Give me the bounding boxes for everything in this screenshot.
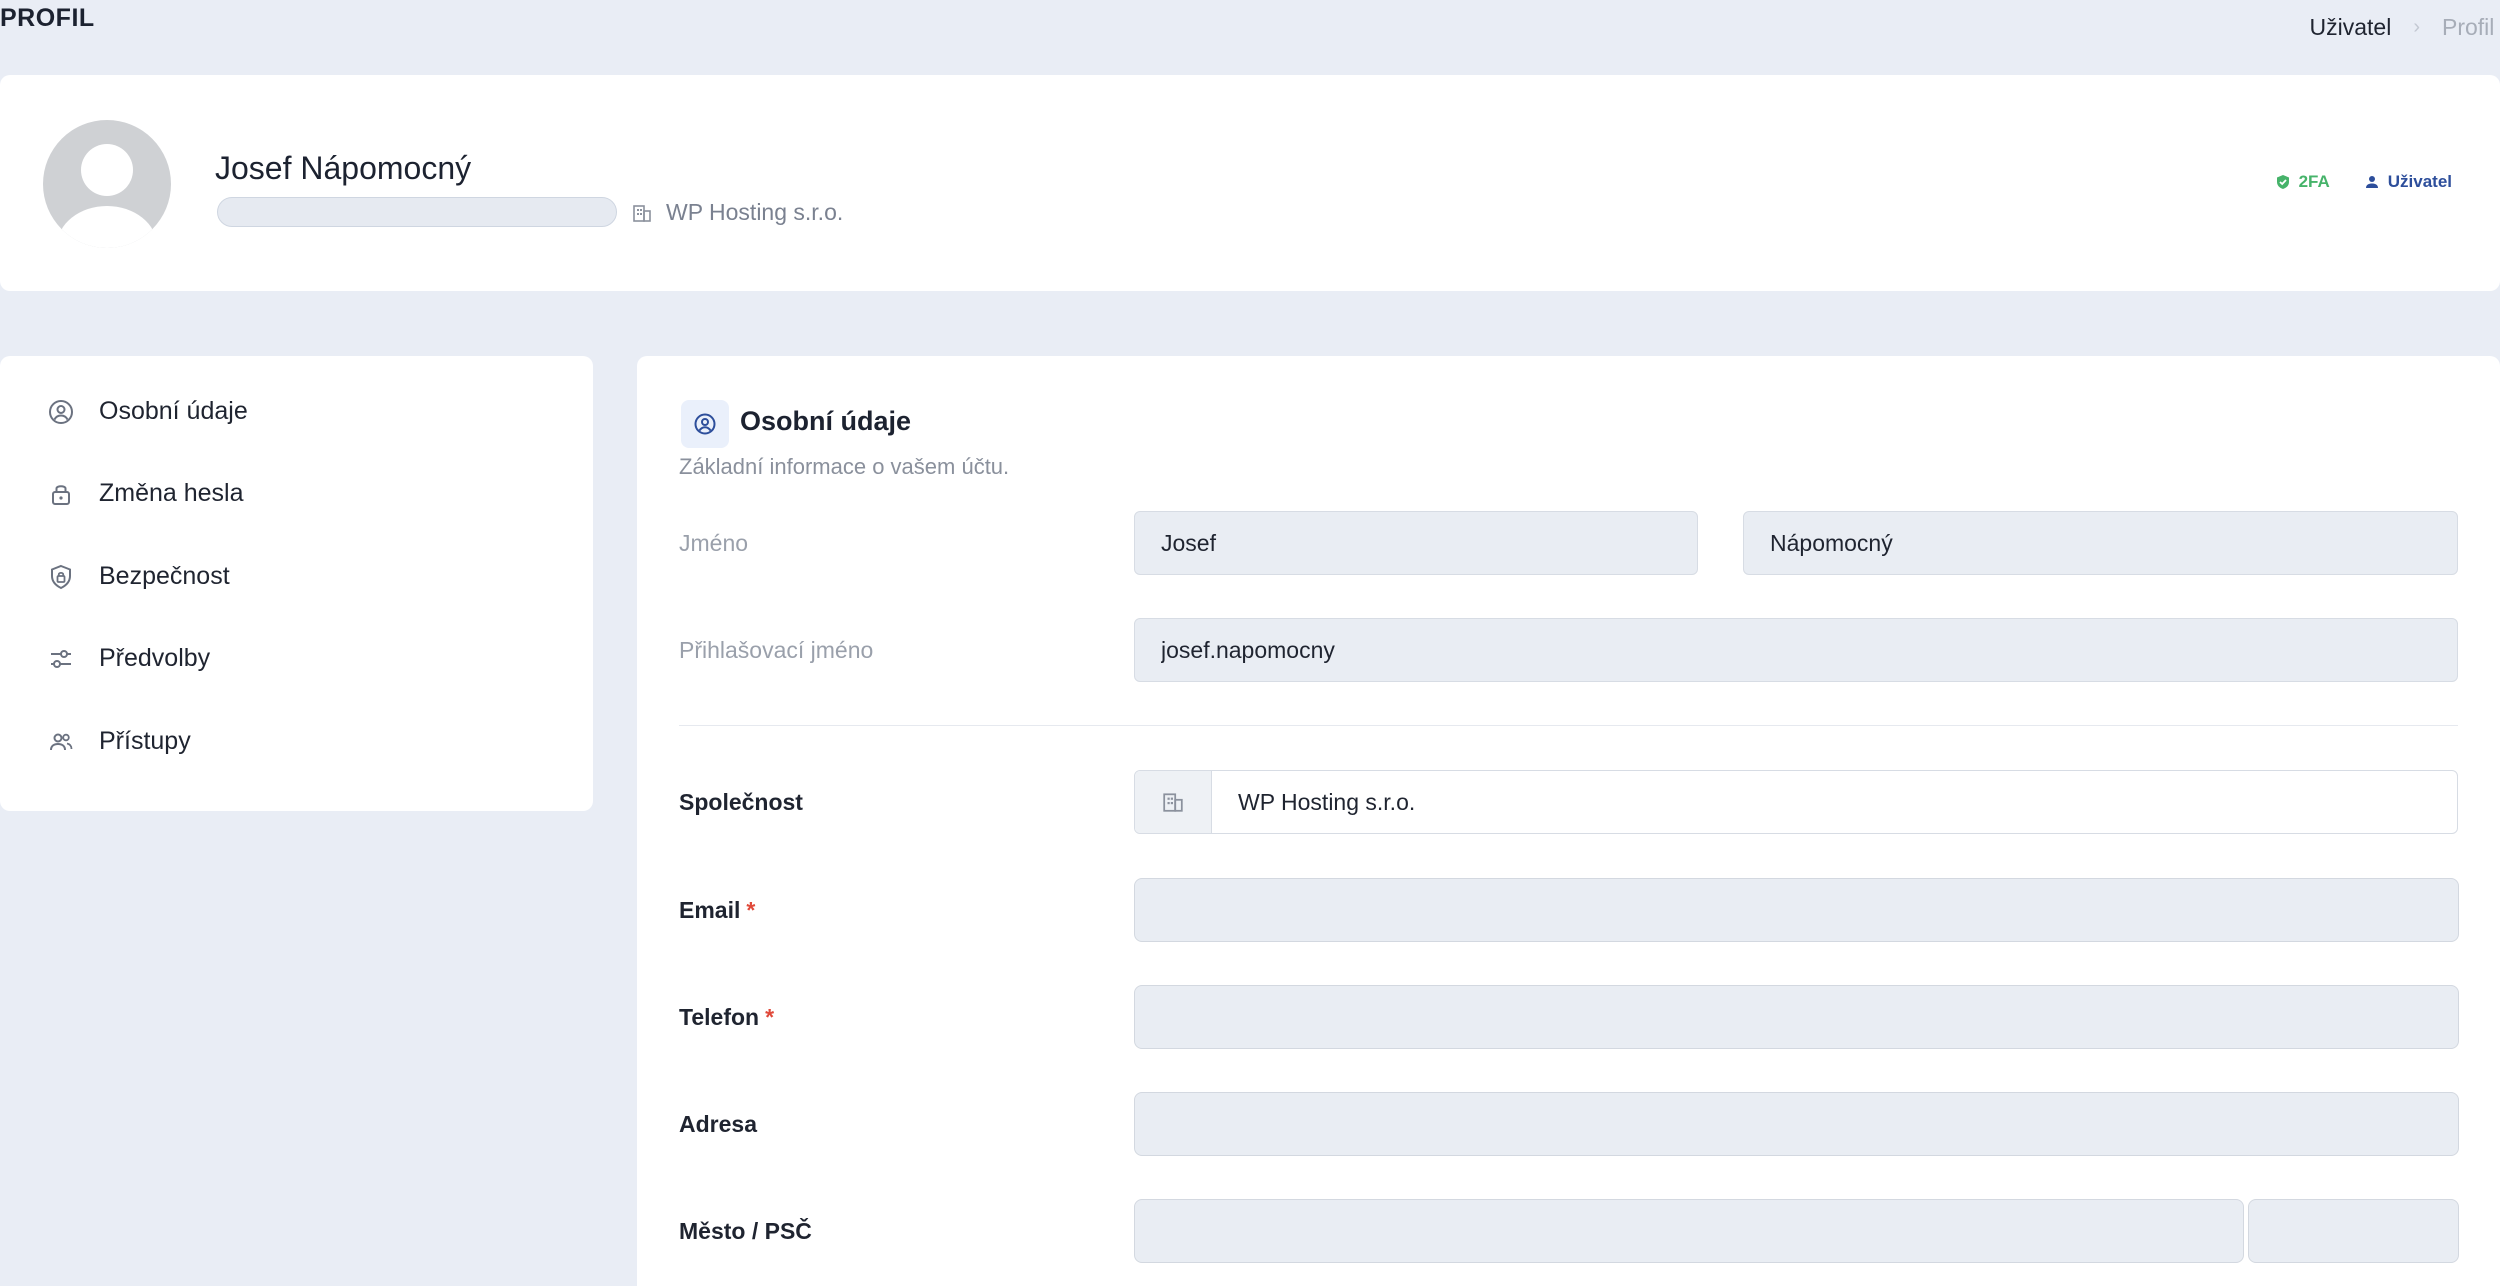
role-badge: Uživatel <box>2364 172 2452 192</box>
login-label: Přihlašovací jméno <box>679 637 874 663</box>
sidebar-item-password[interactable]: Změna hesla <box>47 479 244 508</box>
building-icon <box>1163 793 1183 812</box>
section-subtitle: Základní informace o vašem účtu. <box>679 454 1010 479</box>
company-addon <box>1135 771 1212 833</box>
page-title: PROFIL <box>0 4 95 32</box>
required-mark: * <box>746 897 756 923</box>
sidebar-item-label: Předvolby <box>99 644 211 672</box>
login-input[interactable] <box>1134 618 2458 682</box>
last-name-input[interactable] <box>1743 511 2458 575</box>
breadcrumb-item-profile: Profil <box>2442 14 2495 40</box>
sidebar-item-label: Osobní údaje <box>99 397 248 425</box>
email-label: Email * <box>679 897 755 924</box>
required-mark: * <box>765 1004 775 1030</box>
address-label: Adresa <box>679 1111 757 1137</box>
company-value: WP Hosting s.r.o. <box>1238 788 1416 815</box>
sidebar-menu: Osobní údaje Změna hesla Bezpečnost Před… <box>0 356 593 811</box>
form-divider <box>679 725 2458 726</box>
sidebar-item-label: Změna hesla <box>99 479 244 507</box>
shield-check-icon <box>2276 175 2289 189</box>
avatar <box>43 120 171 248</box>
sidebar-item-label: Přístupy <box>99 727 191 755</box>
address-input[interactable] <box>1134 1092 2459 1156</box>
breadcrumb-chevron-icon: › <box>2413 16 2420 38</box>
user-icon <box>2365 176 2378 188</box>
sidebar-item-label: Bezpečnost <box>99 562 230 590</box>
user-circle-icon <box>694 413 716 435</box>
breadcrumb: Uživatel › Profil <box>2310 14 2500 41</box>
city-input[interactable] <box>1134 1199 2244 1263</box>
email-input[interactable] <box>1134 878 2459 942</box>
first-name-input[interactable] <box>1134 511 1698 575</box>
twofa-badge: 2FA <box>2275 172 2330 192</box>
sidebar-item-security[interactable]: Bezpečnost <box>47 562 230 591</box>
section-icon-wrapper <box>681 400 729 448</box>
twofa-label: 2FA <box>2298 172 2330 191</box>
sidebar-item-access[interactable]: Přístupy <box>47 727 191 756</box>
sidebar-item-preferences[interactable]: Předvolby <box>47 644 210 673</box>
phone-label: Telefon * <box>679 1004 774 1031</box>
profile-card: Josef Nápomocný WP Hosting s.r.o. 2FA Už… <box>0 75 2500 291</box>
building-icon <box>633 204 651 222</box>
city-zip-label: Město / PSČ <box>679 1218 812 1244</box>
badges: 2FA Uživatel <box>2275 172 2452 192</box>
lock-icon <box>52 484 70 505</box>
phone-label-text: Telefon <box>679 1004 760 1030</box>
sidebar-item-personal[interactable]: Osobní údaje <box>47 397 248 426</box>
personal-info-card: Osobní údaje Základní informace o vašem … <box>637 356 2500 1286</box>
user-circle-icon <box>49 399 73 424</box>
avatar-body-shape <box>57 206 157 248</box>
redacted-email-pill <box>217 197 617 227</box>
user-name: Josef Nápomocný <box>215 150 472 186</box>
company-name: WP Hosting s.r.o. <box>666 199 844 225</box>
phone-input[interactable] <box>1134 985 2459 1049</box>
role-label: Uživatel <box>2387 172 2452 191</box>
company-field: WP Hosting s.r.o. <box>1134 770 2458 834</box>
breadcrumb-item-user[interactable]: Uživatel <box>2310 14 2392 41</box>
sliders-icon <box>51 649 71 668</box>
name-label: Jméno <box>679 530 749 556</box>
shield-icon <box>51 564 71 589</box>
email-label-text: Email <box>679 897 741 923</box>
section-title: Osobní údaje <box>740 406 912 436</box>
avatar-head-shape <box>81 144 133 196</box>
users-icon <box>50 733 73 750</box>
zip-input[interactable] <box>2248 1199 2459 1263</box>
company-label: Společnost <box>679 789 803 815</box>
company-line: WP Hosting s.r.o. <box>632 199 843 226</box>
